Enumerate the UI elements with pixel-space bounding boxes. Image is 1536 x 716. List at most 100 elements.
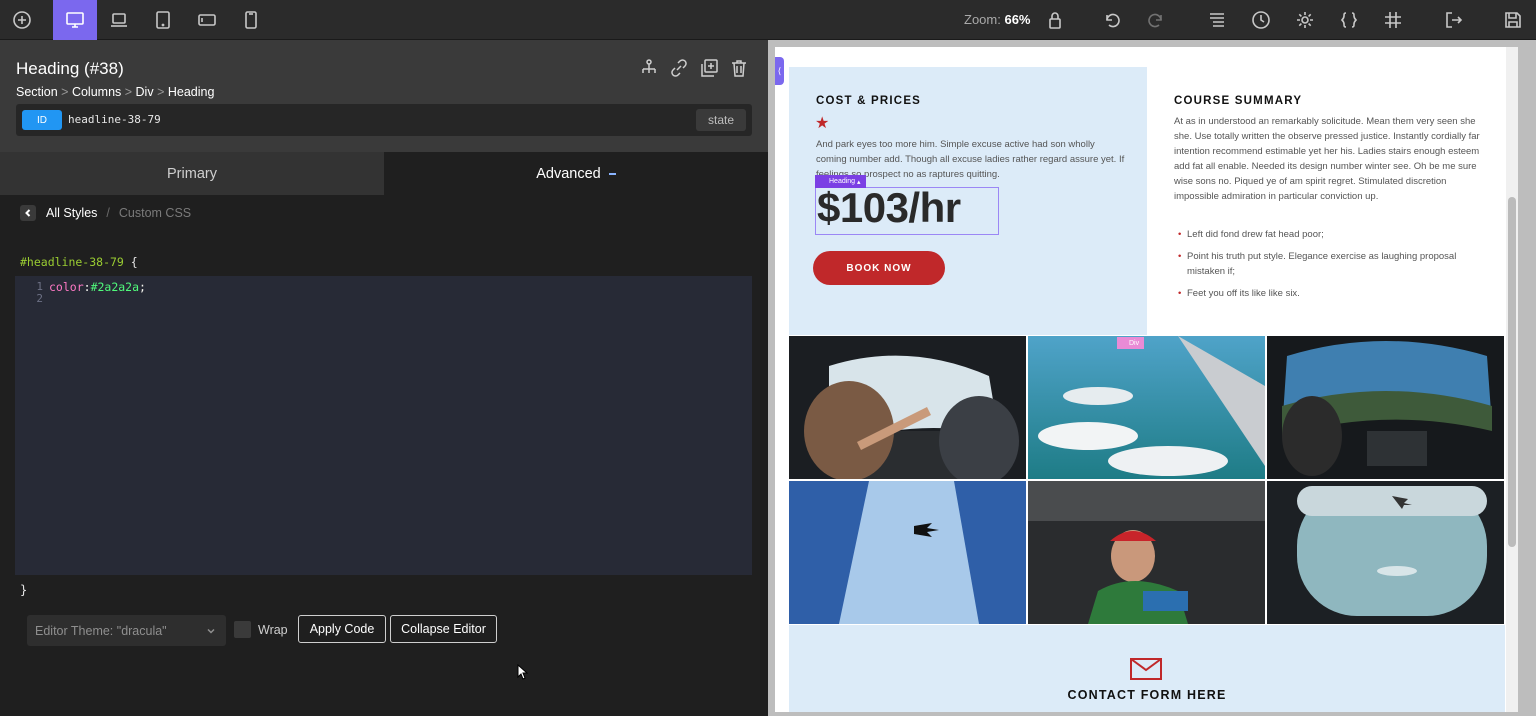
css-property: color	[49, 280, 84, 294]
selected-outline	[815, 187, 999, 235]
apply-code-button[interactable]: Apply Code	[298, 615, 386, 643]
code-line[interactable]: color:#2a2a2a;	[49, 280, 146, 294]
list-item[interactable]: Point his truth put style. Elegance exer…	[1174, 249, 1474, 279]
mechanic-photo	[1028, 481, 1265, 624]
open-brace: {	[130, 255, 138, 269]
active-indicator	[608, 172, 616, 175]
gallery-image[interactable]	[789, 481, 1026, 624]
duplicate-icon[interactable]	[698, 56, 720, 80]
div-tag[interactable]: Div	[1117, 337, 1145, 349]
code-braces-icon[interactable]	[1327, 0, 1371, 40]
zoom-label: Zoom:	[964, 12, 1001, 27]
mail-icon	[1130, 658, 1162, 680]
breadcrumb-section[interactable]: Section	[16, 85, 58, 99]
tab-advanced[interactable]: Advanced	[384, 152, 768, 195]
chevron-left-icon	[25, 209, 31, 217]
tab-advanced-label: Advanced	[536, 165, 601, 182]
state-button[interactable]: state	[696, 109, 746, 131]
structure-icon[interactable]	[1195, 0, 1239, 40]
pricing-section[interactable]: COST & PRICES ★ And park eyes too more h…	[789, 67, 1505, 335]
breadcrumb-div[interactable]: Div	[136, 85, 154, 99]
mouse-cursor-icon	[517, 664, 529, 680]
css-semicolon: ;	[139, 280, 146, 294]
undo-icon[interactable]	[1090, 0, 1134, 40]
css-colon: :	[83, 280, 91, 294]
wrap-checkbox[interactable]	[234, 621, 251, 638]
preview-scrollbar[interactable]	[1506, 47, 1518, 712]
helicopter-photo	[1267, 336, 1504, 479]
styles-breadcrumb: All Styles / Custom CSS	[20, 205, 191, 221]
close-brace: }	[20, 583, 28, 597]
photo-gallery[interactable]	[789, 336, 1505, 624]
gallery-image[interactable]	[1028, 481, 1265, 624]
element-actions	[638, 56, 750, 80]
phone-icon[interactable]	[229, 0, 273, 40]
breadcrumb-heading[interactable]: Heading	[168, 85, 215, 99]
summary-list: Left did fond drew fat head poor; Point …	[1174, 227, 1474, 308]
tablet-landscape-icon[interactable]	[185, 0, 229, 40]
div-tag-label: Div	[1129, 339, 1140, 347]
history-icon[interactable]	[1239, 0, 1283, 40]
gallery-image[interactable]	[1267, 481, 1504, 624]
save-icon[interactable]	[1491, 0, 1535, 40]
contact-section[interactable]: CONTACT FORM HERE	[789, 625, 1505, 712]
desktop-icon[interactable]	[53, 0, 97, 40]
id-badge[interactable]: ID	[22, 110, 62, 130]
wing-photo	[1028, 336, 1265, 479]
panel-toggle-handle[interactable]: ⟨	[775, 57, 784, 85]
subnav-separator: /	[106, 206, 110, 220]
hierarchy-icon[interactable]	[638, 56, 660, 80]
lock-icon[interactable]	[1033, 0, 1077, 40]
cost-title[interactable]: COST & PRICES	[816, 95, 921, 107]
gallery-image[interactable]	[1028, 336, 1265, 479]
tab-primary[interactable]: Primary	[0, 152, 384, 195]
properties-panel: Heading (#38) Section > Columns > Div > …	[0, 40, 768, 716]
zoom-value: 66%	[1004, 12, 1031, 27]
redo-icon[interactable]	[1134, 0, 1178, 40]
summary-title[interactable]: COURSE SUMMARY	[1174, 95, 1302, 107]
back-button[interactable]	[20, 205, 36, 221]
selector-id[interactable]: headline-38-79	[68, 113, 161, 126]
breadcrumb: Section > Columns > Div > Heading	[16, 85, 215, 99]
line-number: 2	[36, 292, 43, 305]
buildings-photo	[789, 481, 1026, 624]
selector-row: ID headline-38-79 state	[16, 104, 752, 136]
all-styles-link[interactable]: All Styles	[46, 206, 97, 220]
code-editor[interactable]: 1 2 color:#2a2a2a;	[15, 276, 752, 575]
breadcrumb-columns[interactable]: Columns	[72, 85, 121, 99]
list-item[interactable]: Feet you off its like like six.	[1174, 286, 1474, 301]
css-selector-text: #headline-38-79	[20, 255, 124, 269]
add-icon[interactable]	[0, 0, 44, 40]
list-item[interactable]: Left did fond drew fat head poor;	[1174, 227, 1474, 242]
panel-tabs: Primary Advanced	[0, 152, 768, 195]
link-icon[interactable]	[668, 56, 690, 80]
heading-tag[interactable]: Heading ▴	[815, 175, 866, 188]
summary-text[interactable]: At as in understood an remarkably solici…	[1174, 114, 1484, 204]
top-toolbar: Zoom: 66%	[0, 0, 1536, 40]
settings-icon[interactable]	[1283, 0, 1327, 40]
editor-theme-select[interactable]: Editor Theme: "dracula"	[27, 615, 226, 646]
collapse-editor-button[interactable]: Collapse Editor	[390, 615, 497, 643]
tablet-icon[interactable]	[141, 0, 185, 40]
contact-title[interactable]: CONTACT FORM HERE	[789, 688, 1505, 702]
book-now-button[interactable]: BOOK NOW	[813, 251, 945, 285]
gallery-image[interactable]	[1267, 336, 1504, 479]
zoom-readout[interactable]: Zoom: 66%	[964, 12, 1031, 27]
window-photo	[1267, 481, 1504, 624]
exit-icon[interactable]	[1431, 0, 1475, 40]
scrollbar-thumb[interactable]	[1508, 197, 1516, 547]
gallery-image[interactable]	[789, 336, 1026, 479]
cockpit-photo	[789, 336, 1026, 479]
trash-icon[interactable]	[728, 56, 750, 80]
css-selector: #headline-38-79 {	[20, 255, 138, 269]
star-icon: ★	[815, 115, 830, 132]
css-value: #2a2a2a	[90, 280, 140, 294]
preview-area: ⟨ COST & PRICES ★ And park eyes too more…	[768, 40, 1536, 716]
element-title: Heading (#38)	[16, 59, 124, 78]
preview-canvas[interactable]: ⟨ COST & PRICES ★ And park eyes too more…	[775, 47, 1518, 712]
element-header: Heading (#38) Section > Columns > Div > …	[0, 40, 768, 152]
heading-tag-label: Heading	[829, 178, 856, 185]
chevron-down-icon	[207, 628, 215, 634]
grid-icon[interactable]	[1371, 0, 1415, 40]
laptop-icon[interactable]	[97, 0, 141, 40]
